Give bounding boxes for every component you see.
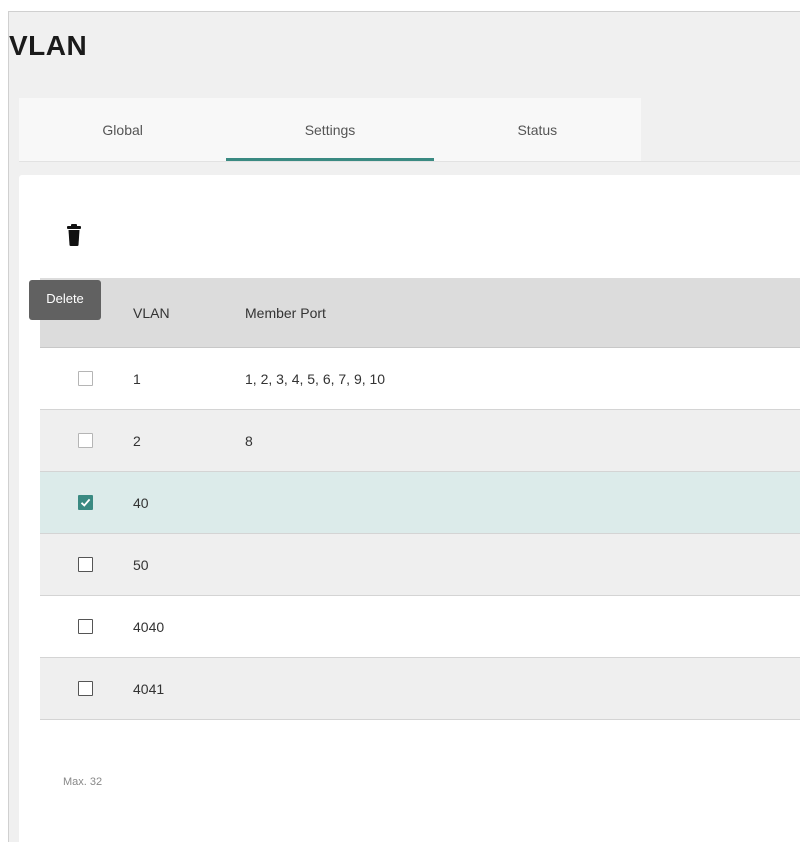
vlan-id-cell: 4041 bbox=[133, 680, 165, 697]
row-checkbox[interactable] bbox=[78, 371, 93, 386]
tab-settings-label: Settings bbox=[304, 121, 356, 138]
row-checkbox[interactable] bbox=[78, 557, 93, 572]
tabs-divider bbox=[19, 161, 800, 162]
tab-bar: Global Settings Status bbox=[19, 98, 641, 161]
member-port-cell: 8 bbox=[245, 432, 253, 449]
row-checkbox[interactable] bbox=[78, 619, 93, 634]
member-port-cell: 1, 2, 3, 4, 5, 6, 7, 9, 10 bbox=[245, 370, 386, 387]
row-checkbox[interactable] bbox=[78, 433, 93, 448]
vlan-panel: VLAN Global Settings Status VLAN Member … bbox=[8, 11, 800, 842]
delete-button[interactable] bbox=[65, 223, 83, 247]
tab-global-label: Global bbox=[102, 121, 143, 138]
vlan-id-cell: 40 bbox=[133, 494, 149, 511]
tab-global[interactable]: Global bbox=[19, 98, 227, 161]
vlan-id-cell: 4040 bbox=[133, 618, 165, 635]
settings-card: VLAN Member Port 1 1, 2, 3, 4, 5, 6, 7, … bbox=[19, 175, 800, 842]
table-header: VLAN Member Port bbox=[40, 278, 800, 348]
max-entries-note: Max. 32 bbox=[63, 776, 103, 788]
trash-icon bbox=[67, 224, 81, 246]
table-row[interactable]: 40 bbox=[40, 472, 800, 534]
tab-status[interactable]: Status bbox=[433, 98, 641, 161]
column-header-member-port: Member Port bbox=[245, 304, 326, 321]
table-row[interactable]: 2 8 bbox=[40, 410, 800, 472]
vlan-id-cell: 50 bbox=[133, 556, 149, 573]
tab-settings[interactable]: Settings bbox=[226, 98, 434, 161]
checkmark-icon bbox=[80, 498, 91, 507]
tab-status-label: Status bbox=[517, 121, 558, 138]
vlan-id-cell: 2 bbox=[133, 432, 141, 449]
table-row[interactable]: 1 1, 2, 3, 4, 5, 6, 7, 9, 10 bbox=[40, 348, 800, 410]
page-title: VLAN bbox=[9, 30, 88, 61]
table-row[interactable]: 4040 bbox=[40, 596, 800, 658]
table-row[interactable]: 4041 bbox=[40, 658, 800, 720]
row-checkbox[interactable] bbox=[78, 681, 93, 696]
vlan-id-cell: 1 bbox=[133, 370, 141, 387]
delete-tooltip: Delete bbox=[29, 280, 101, 320]
row-checkbox[interactable] bbox=[78, 495, 93, 510]
vlan-table: VLAN Member Port 1 1, 2, 3, 4, 5, 6, 7, … bbox=[40, 278, 800, 720]
table-row[interactable]: 50 bbox=[40, 534, 800, 596]
column-header-vlan: VLAN bbox=[133, 304, 170, 321]
